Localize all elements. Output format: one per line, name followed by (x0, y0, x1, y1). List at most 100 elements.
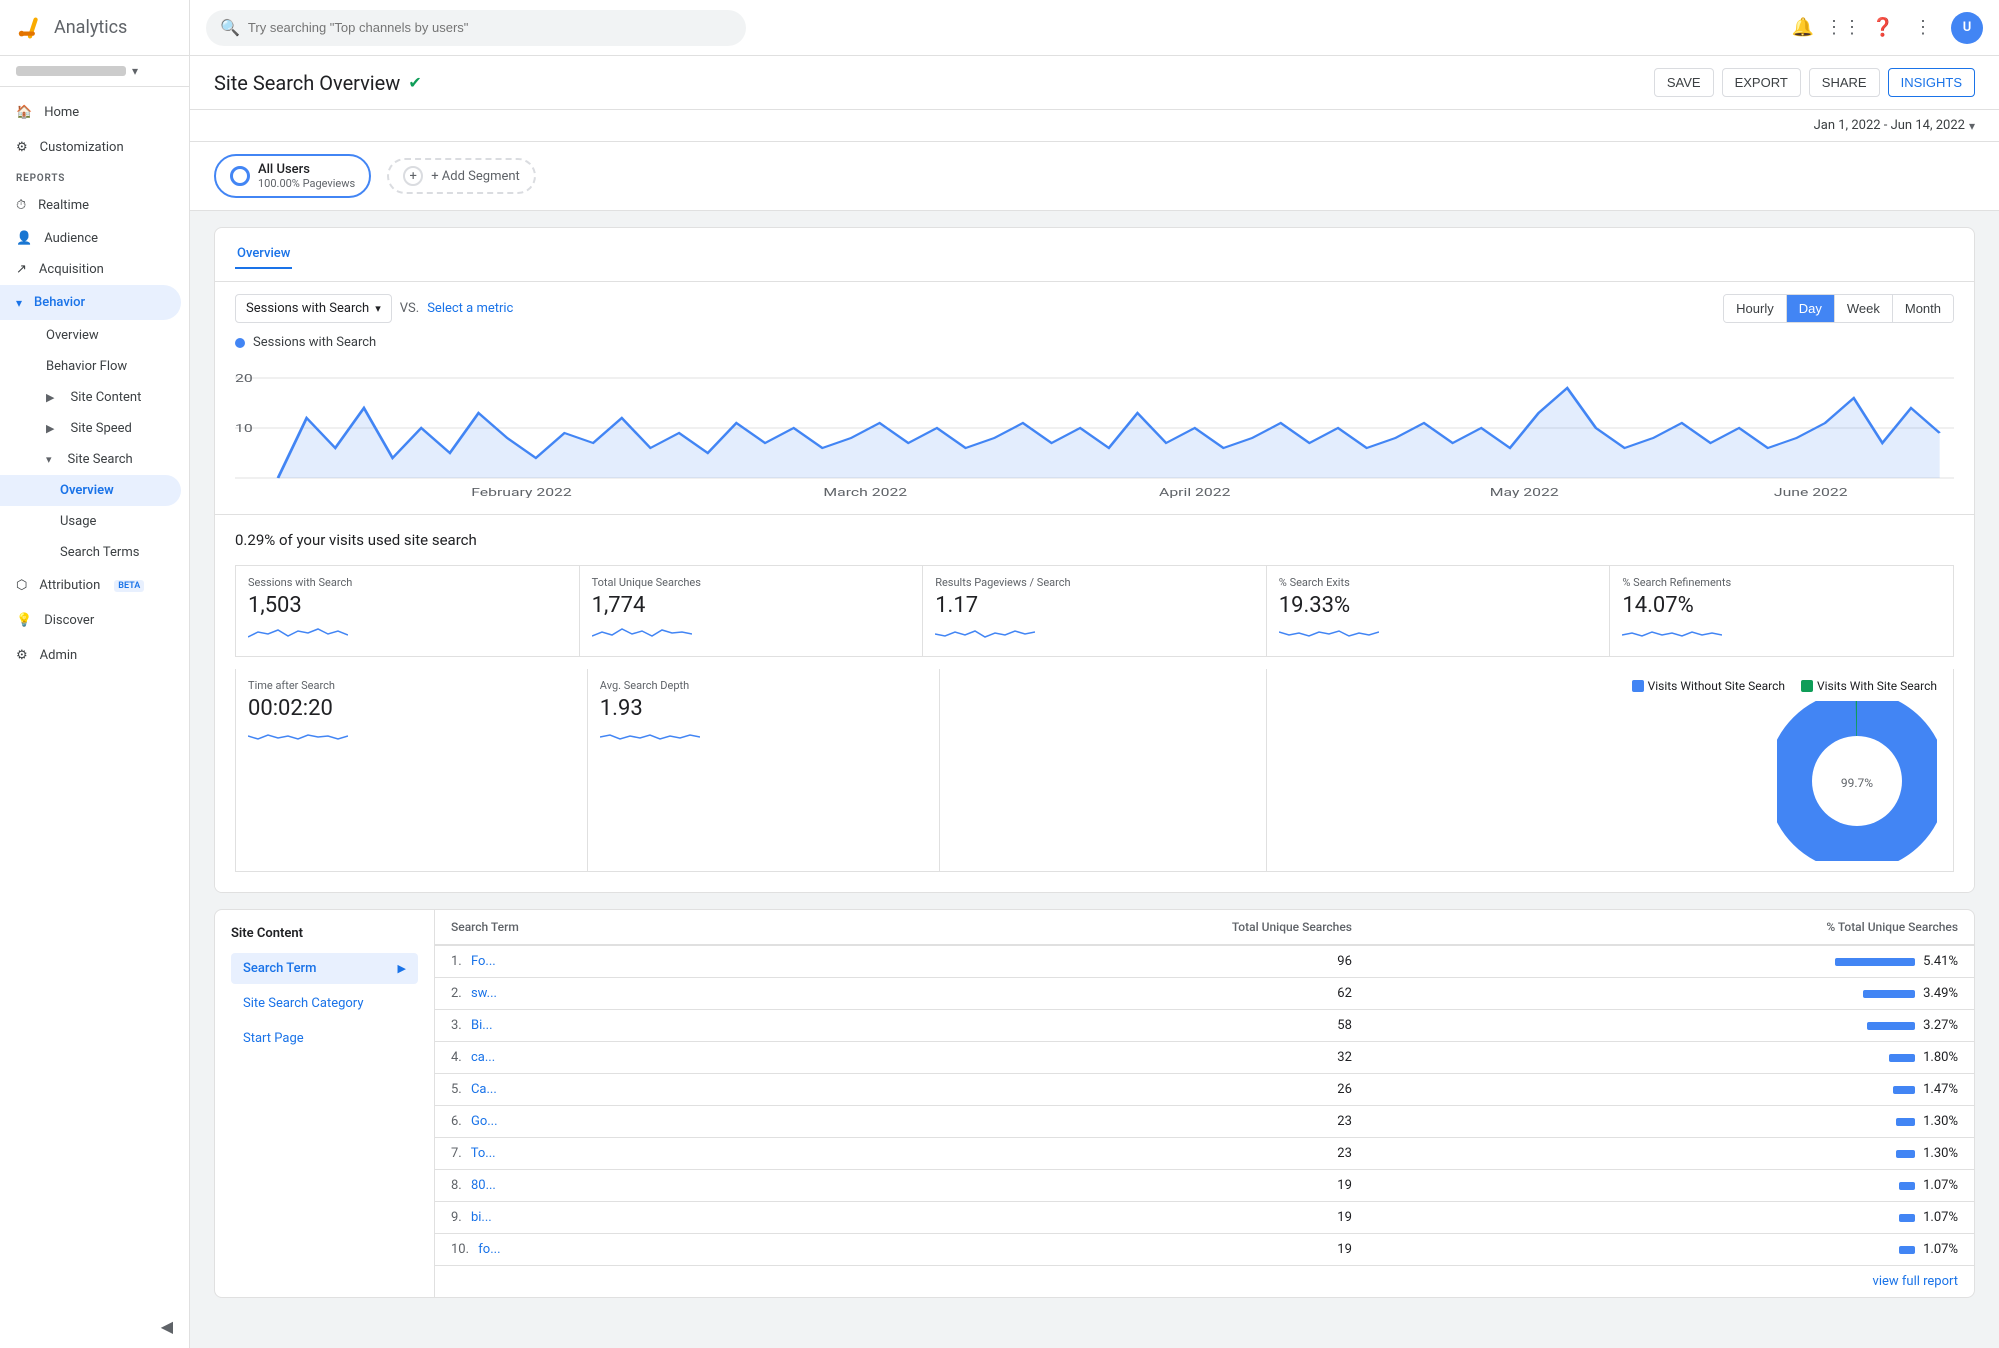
sidebar-item-customization[interactable]: ⚙ Customization (0, 130, 181, 165)
sc-link-search-term[interactable]: Search Term ▶ (231, 953, 418, 984)
chart-svg-container: 20 10 February 2022 March 2022 April 202… (235, 358, 1954, 498)
sidebar-item-label: Home (44, 105, 79, 120)
attribution-icon: ⬡ (16, 578, 27, 593)
admin-icon: ⚙ (16, 648, 28, 663)
sidebar-item-realtime[interactable]: ⏱ Realtime (0, 188, 181, 223)
row-term-link[interactable]: Bi... (471, 1018, 493, 1033)
share-button[interactable]: SHARE (1809, 68, 1880, 97)
more-icon[interactable]: ⋮ (1911, 16, 1935, 40)
view-full-report-link[interactable]: view full report (435, 1266, 1974, 1297)
date-range-dropdown-icon: ▾ (1969, 119, 1975, 133)
stat-value: 1,774 (592, 593, 911, 618)
sidebar-item-search-terms[interactable]: Search Terms (0, 537, 189, 568)
pct-bar (1899, 1246, 1915, 1254)
overview-tabs: Overview (215, 228, 1974, 282)
avatar[interactable]: U (1951, 12, 1983, 44)
table-row: 7. To... 23 1.30% (435, 1138, 1974, 1170)
expand-arrow-icon: ▾ (46, 453, 52, 466)
stat-label: Sessions with Search (248, 576, 567, 589)
apps-icon[interactable]: ⋮⋮ (1831, 16, 1855, 40)
sidebar-item-site-speed[interactable]: ▶ Site Speed (0, 413, 189, 444)
sidebar-item-behavior-overview[interactable]: Overview (0, 320, 189, 351)
svg-text:May 2022: May 2022 (1490, 486, 1559, 498)
sc-link-category[interactable]: Site Search Category (231, 988, 418, 1019)
sidebar-item-acquisition[interactable]: ↗ Acquisition (0, 254, 189, 285)
row-rank: 8. (451, 1178, 462, 1193)
row-term-link[interactable]: sw... (471, 986, 497, 1001)
row-term-link[interactable]: Go... (471, 1114, 498, 1129)
sidebar-collapse-button[interactable]: ◀ (0, 1305, 189, 1348)
tab-overview[interactable]: Overview (235, 240, 292, 269)
donut-legend-with-search: Visits With Site Search (1801, 679, 1937, 693)
search-table-panel: Search Term Total Unique Searches % Tota… (435, 910, 1974, 1297)
stat-empty (940, 669, 1268, 872)
sidebar-item-home[interactable]: 🏠 Home (0, 95, 181, 130)
sidebar-item-attribution[interactable]: ⬡ Attribution BETA (0, 568, 181, 603)
save-button[interactable]: SAVE (1654, 68, 1714, 97)
stat-label: % Search Exits (1279, 576, 1598, 589)
time-day-button[interactable]: Day (1787, 295, 1835, 322)
search-input[interactable] (248, 20, 732, 35)
row-term-link[interactable]: To... (471, 1146, 496, 1161)
sidebar-item-label: Customization (40, 140, 124, 155)
time-month-button[interactable]: Month (1893, 295, 1953, 322)
metric-dropdown[interactable]: Sessions with Search ▾ (235, 294, 392, 323)
insights-button[interactable]: INSIGHTS (1888, 68, 1975, 97)
row-term-link[interactable]: Ca... (471, 1082, 497, 1097)
sidebar-item-site-search[interactable]: ▾ Site Search (0, 444, 189, 475)
sidebar-item-admin[interactable]: ⚙ Admin (0, 638, 181, 673)
site-speed-label: Site Speed (70, 421, 131, 436)
date-range[interactable]: Jan 1, 2022 - Jun 14, 2022 ▾ (190, 110, 1999, 142)
notifications-icon[interactable]: 🔔 (1791, 16, 1815, 40)
sc-arrow-icon: ▶ (398, 962, 406, 975)
sidebar-item-label: Audience (44, 231, 98, 246)
metric-label: Sessions with Search (246, 301, 369, 316)
stats-grid: Sessions with Search 1,503 Total Unique … (235, 565, 1954, 657)
sparkline (1622, 622, 1722, 642)
stat-value: 1,503 (248, 593, 567, 618)
pct-bar (1896, 1150, 1915, 1158)
row-term-link[interactable]: bi... (471, 1210, 492, 1225)
table-row: 3. Bi... 58 3.27% (435, 1010, 1974, 1042)
sidebar-item-audience[interactable]: 👤 Audience (0, 223, 189, 254)
time-week-button[interactable]: Week (1835, 295, 1893, 322)
donut-label-no-search: Visits Without Site Search (1648, 679, 1785, 693)
sidebar-item-site-content[interactable]: ▶ Site Content (0, 382, 189, 413)
col-header-search-term: Search Term (435, 910, 805, 945)
help-icon[interactable]: ❓ (1871, 16, 1895, 40)
donut-color-with-search (1801, 680, 1813, 692)
sidebar-item-site-search-overview[interactable]: Overview (0, 475, 181, 506)
row-searches: 96 (805, 945, 1368, 978)
row-term-link[interactable]: Fo... (471, 954, 496, 969)
stat-value: 1.17 (935, 593, 1254, 618)
row-term-link[interactable]: ca... (471, 1050, 495, 1065)
svg-text:10: 10 (235, 422, 253, 435)
sidebar-item-behavior-flow[interactable]: Behavior Flow (0, 351, 189, 382)
account-name (16, 66, 126, 76)
home-icon: 🏠 (16, 105, 32, 120)
donut-label-with-search: Visits With Site Search (1817, 679, 1937, 693)
ga-logo-icon (16, 14, 44, 42)
export-button[interactable]: EXPORT (1722, 68, 1801, 97)
add-segment-button[interactable]: + + Add Segment (387, 158, 536, 194)
sparkline (248, 622, 348, 642)
segment-info: All Users 100.00% Pageviews (258, 162, 355, 190)
site-content-title: Site Content (231, 926, 418, 941)
table-row: 1. Fo... 96 5.41% (435, 945, 1974, 978)
select-metric-link[interactable]: Select a metric (427, 301, 513, 316)
sidebar-item-behavior[interactable]: ▾ Behavior (0, 285, 181, 320)
all-users-segment[interactable]: All Users 100.00% Pageviews (214, 154, 371, 198)
chart-controls: Sessions with Search ▾ VS. Select a metr… (215, 282, 1974, 335)
sc-link-start-page[interactable]: Start Page (231, 1023, 418, 1054)
search-bar[interactable]: 🔍 (206, 10, 746, 46)
col-header-total-searches: Total Unique Searches (805, 910, 1368, 945)
sidebar-item-discover[interactable]: 💡 Discover (0, 603, 181, 638)
account-selector[interactable]: ▾ (0, 56, 189, 87)
row-term-link[interactable]: fo... (478, 1242, 500, 1257)
time-hourly-button[interactable]: Hourly (1724, 295, 1787, 322)
sparkline (592, 622, 692, 642)
sidebar-item-site-search-usage[interactable]: Usage (0, 506, 189, 537)
segment-circle (230, 166, 250, 186)
row-term-link[interactable]: 80... (471, 1178, 496, 1193)
sparkline (600, 725, 700, 745)
